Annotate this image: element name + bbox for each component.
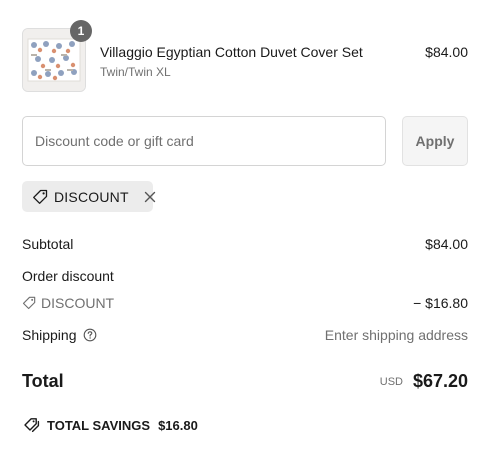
subtotal-value: $84.00: [425, 236, 468, 252]
product-thumbnail-wrapper: 1: [22, 20, 92, 92]
total-amount: $67.20: [412, 371, 468, 391]
shipping-value: Enter shipping address: [324, 327, 468, 343]
tag-icon: [32, 189, 48, 205]
shipping-label: Shipping: [22, 327, 77, 343]
product-price: $84.00: [425, 44, 468, 60]
total-label: Total: [22, 371, 64, 391]
subtotal-label: Subtotal: [22, 236, 74, 252]
total-savings-label: TOTAL SAVINGS: [47, 417, 151, 433]
product-title: Villaggio Egyptian Cotton Duvet Cover Se…: [100, 44, 363, 60]
total-savings-value: $16.80: [158, 417, 198, 433]
discount-code-input[interactable]: [22, 116, 386, 166]
order-discount-value: − $16.80: [413, 295, 468, 311]
total-savings: TOTAL SAVINGS $16.80: [22, 417, 198, 433]
order-discount-code: DISCOUNT: [22, 295, 114, 311]
total-currency: USD: [379, 376, 403, 388]
cart-line-item: 1 Villaggio Egyptian Cotton Duvet Cover …: [22, 20, 468, 92]
close-icon: [144, 191, 155, 202]
applied-discount-tag: DISCOUNT: [22, 181, 155, 212]
tags-icon: [22, 417, 40, 433]
order-discount-code-text: DISCOUNT: [41, 295, 115, 311]
remove-discount-button[interactable]: [143, 190, 157, 204]
question-circle-icon[interactable]: [83, 328, 97, 342]
product-variant: Twin/Twin XL: [100, 65, 171, 79]
quantity-badge: 1: [70, 20, 92, 42]
shipping-label-group: Shipping: [22, 327, 97, 343]
tag-icon: [22, 296, 36, 310]
apply-discount-button[interactable]: Apply: [402, 116, 468, 166]
order-discount-label: Order discount: [22, 268, 114, 284]
applied-discount-code: DISCOUNT: [54, 188, 129, 205]
